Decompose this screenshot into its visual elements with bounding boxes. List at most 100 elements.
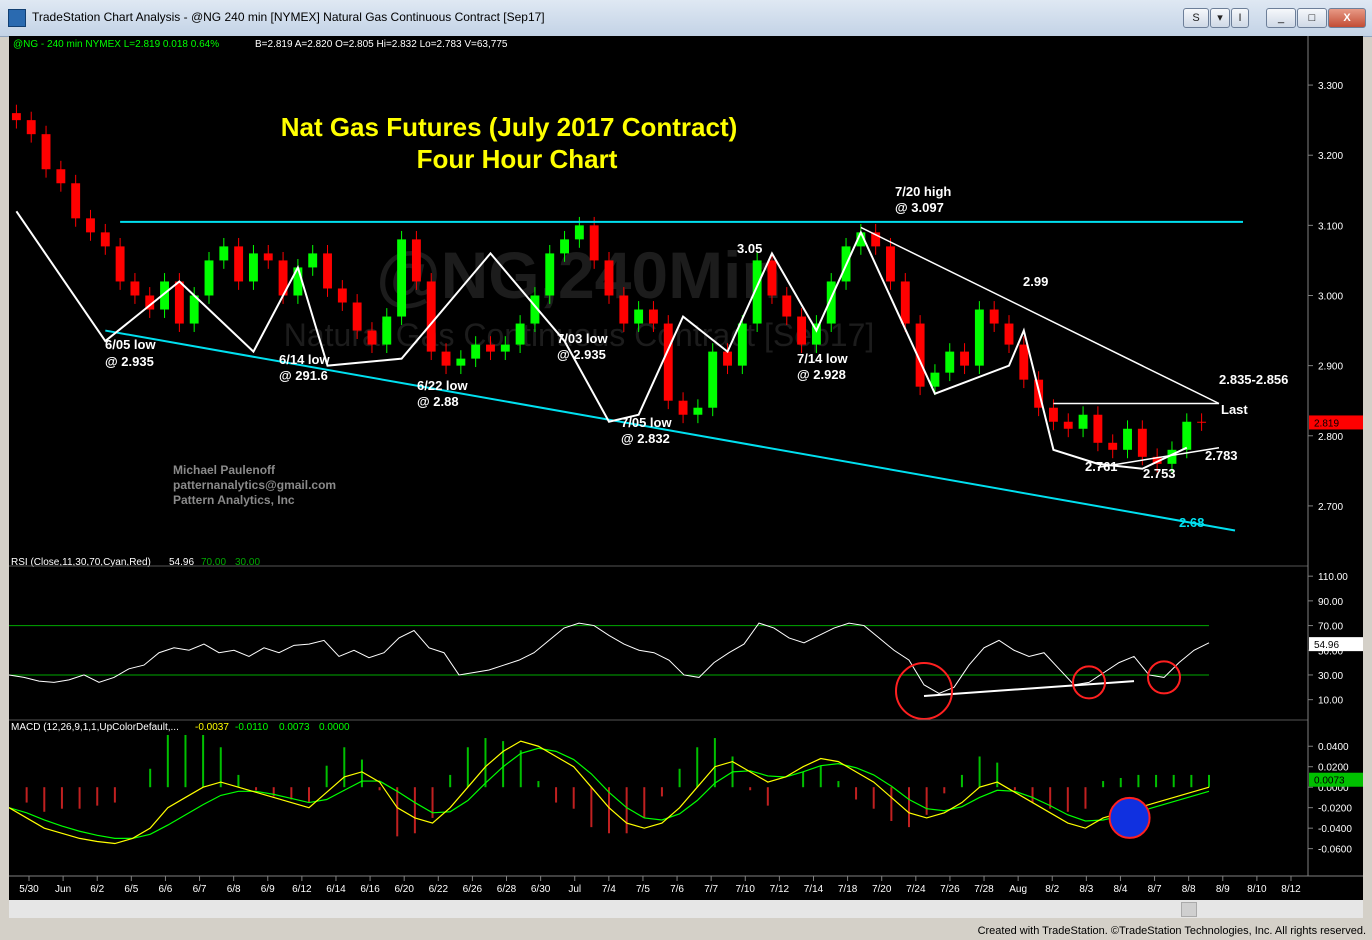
candle-body bbox=[71, 183, 81, 219]
annotation-value: @ 2.88 bbox=[417, 394, 459, 409]
candle-body bbox=[634, 309, 644, 324]
minimize-button[interactable]: _ bbox=[1266, 8, 1296, 28]
time-tick-label: 8/2 bbox=[1045, 884, 1059, 895]
candle-body bbox=[619, 295, 629, 324]
macd-value: -0.0037 bbox=[195, 722, 229, 733]
candle-body bbox=[367, 330, 377, 345]
candle-body bbox=[589, 225, 599, 261]
horizontal-scrollbar[interactable] bbox=[9, 900, 1363, 918]
candle-body bbox=[86, 218, 95, 233]
time-tick-label: 7/7 bbox=[704, 884, 718, 895]
candle-body bbox=[1123, 428, 1132, 450]
candle-body bbox=[130, 281, 140, 296]
candle-body bbox=[886, 246, 895, 282]
time-tick-label: 7/20 bbox=[872, 884, 892, 895]
candle-body bbox=[1004, 323, 1014, 345]
candle-body bbox=[115, 246, 125, 282]
candle-body bbox=[174, 281, 184, 324]
annotation-label: 2.99 bbox=[1023, 274, 1048, 289]
annotation-label: Last bbox=[1221, 402, 1248, 417]
chart-title: Nat Gas Futures (July 2017 Contract) bbox=[281, 112, 738, 142]
macd-histogram-value: 0.0073 bbox=[279, 722, 310, 733]
rsi-last-label: 54.96 bbox=[1314, 640, 1339, 651]
candle-body bbox=[767, 260, 777, 296]
candle-body bbox=[945, 351, 955, 373]
candle-body bbox=[574, 225, 584, 240]
chart-svg: @NG - 240 min NYMEX L=2.819 0.018 0.64% … bbox=[8, 36, 1363, 895]
candle-body bbox=[1182, 421, 1192, 450]
macd-zero-value: 0.0000 bbox=[319, 722, 350, 733]
candle-body bbox=[1049, 407, 1058, 422]
candle-body bbox=[678, 400, 688, 415]
candle-body bbox=[41, 134, 51, 170]
time-tick-label: 7/18 bbox=[838, 884, 858, 895]
time-tick-label: 6/14 bbox=[326, 884, 346, 895]
maximize-button[interactable]: □ bbox=[1297, 8, 1327, 28]
rsi-tick-label: 90.00 bbox=[1318, 597, 1343, 608]
time-tick-label: 7/24 bbox=[906, 884, 926, 895]
chart-subtitle: Four Hour Chart bbox=[417, 144, 618, 174]
rsi-line bbox=[8, 622, 1210, 695]
candle-body bbox=[515, 323, 525, 345]
candle-body bbox=[11, 113, 21, 121]
scrollbar-thumb[interactable] bbox=[1181, 902, 1197, 917]
author-company: Pattern Analytics, Inc bbox=[173, 493, 295, 507]
time-tick-label: 8/8 bbox=[1182, 884, 1196, 895]
annotation-value: @ 2.935 bbox=[557, 347, 606, 362]
time-tick-label: Jun bbox=[55, 884, 71, 895]
candle-body bbox=[989, 309, 999, 324]
macd-tick-label: 0.0200 bbox=[1318, 763, 1349, 774]
time-tick-label: 6/6 bbox=[158, 884, 172, 895]
time-tick-label: 7/26 bbox=[940, 884, 960, 895]
price-tick-label: 2.800 bbox=[1318, 432, 1343, 443]
candle-body bbox=[649, 309, 658, 324]
candle-body bbox=[411, 239, 421, 282]
candle-body bbox=[1019, 344, 1029, 380]
time-tick-label: 6/20 bbox=[394, 884, 414, 895]
annotation-label: 2.68 bbox=[1179, 515, 1204, 530]
macd-panel: MACD (12,26,9,1,1,UpColorDefault,... -0.… bbox=[8, 719, 1363, 856]
candle-body bbox=[56, 169, 66, 184]
candle-body bbox=[26, 120, 36, 135]
rsi-tick-label: 10.00 bbox=[1318, 696, 1343, 707]
symbol-line: @NG - 240 min NYMEX L=2.819 0.018 0.64% bbox=[13, 39, 219, 50]
price-panel: @NG,240Min Natural Gas Continuous Contra… bbox=[11, 81, 1363, 532]
candle-body bbox=[560, 239, 569, 254]
watermark-symbol: @NG,240Min bbox=[376, 238, 781, 312]
annotation-value: @ 2.832 bbox=[621, 431, 670, 446]
candle-body bbox=[219, 246, 229, 261]
candle-body bbox=[1108, 442, 1118, 450]
candle-body bbox=[397, 239, 407, 317]
candle-body bbox=[308, 253, 318, 268]
candle-body bbox=[900, 281, 910, 324]
symbol-link-button[interactable]: S bbox=[1183, 8, 1209, 28]
price-tick-label: 2.900 bbox=[1318, 362, 1343, 373]
candle-body bbox=[500, 344, 510, 352]
time-tick-label: 6/8 bbox=[227, 884, 241, 895]
time-tick-label: 7/4 bbox=[602, 884, 616, 895]
annotation-label: 3.05 bbox=[737, 241, 762, 256]
macd-last-label: 0.0073 bbox=[1314, 776, 1345, 787]
window-title: TradeStation Chart Analysis - @NG 240 mi… bbox=[32, 10, 545, 24]
candle-body bbox=[263, 253, 273, 261]
time-tick-label: 6/2 bbox=[90, 884, 104, 895]
candle-body bbox=[693, 407, 703, 415]
chart-area[interactable]: @NG - 240 min NYMEX L=2.819 0.018 0.64% … bbox=[8, 36, 1363, 918]
close-button[interactable]: X bbox=[1328, 8, 1366, 28]
dropdown-arrow-button[interactable]: ▾ bbox=[1210, 8, 1230, 28]
annotation-value: @ 291.6 bbox=[279, 368, 328, 383]
price-tick-label: 3.000 bbox=[1318, 291, 1343, 302]
rsi-tick-label: 30.00 bbox=[1318, 671, 1343, 682]
candle-body bbox=[337, 288, 347, 303]
interval-link-button[interactable]: I bbox=[1231, 8, 1249, 28]
annotation-label: 6/05 low bbox=[105, 337, 156, 352]
rsi-tick-label: 110.00 bbox=[1318, 572, 1348, 583]
time-tick-label: 6/30 bbox=[531, 884, 551, 895]
time-tick-label: 6/7 bbox=[193, 884, 207, 895]
candle-body bbox=[723, 351, 732, 366]
candle-body bbox=[797, 316, 807, 345]
price-tick-label: 2.700 bbox=[1318, 502, 1343, 513]
status-bar: Created with TradeStation. ©TradeStation… bbox=[0, 922, 1372, 940]
candle-body bbox=[708, 351, 718, 408]
author-name: Michael Paulenoff bbox=[173, 463, 276, 477]
